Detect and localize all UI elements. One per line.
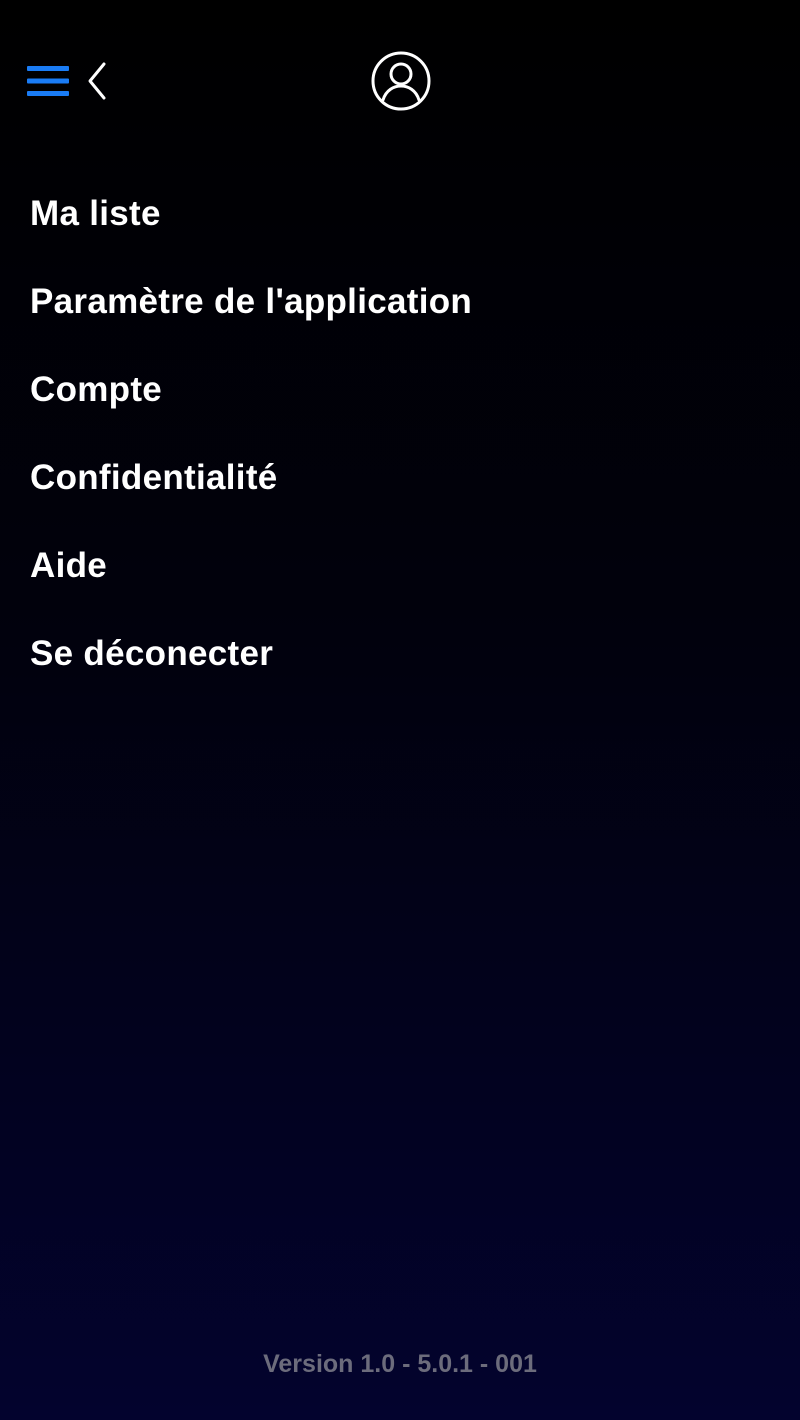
menu-item-parametre-application[interactable]: Paramètre de l'application bbox=[0, 258, 800, 346]
version-label: Version 1.0 - 5.0.1 - 001 bbox=[263, 1350, 537, 1378]
chevron-left-icon[interactable] bbox=[84, 60, 112, 102]
menu-item-ma-liste[interactable]: Ma liste bbox=[0, 170, 800, 258]
main-menu: Ma liste Paramètre de l'application Comp… bbox=[0, 170, 800, 698]
header-bar bbox=[0, 0, 800, 160]
side-menu-screen: Ma liste Paramètre de l'application Comp… bbox=[0, 0, 800, 1420]
menu-item-confidentialite[interactable]: Confidentialité bbox=[0, 434, 800, 522]
user-circle-icon[interactable] bbox=[370, 50, 432, 112]
menu-item-se-deconnecter[interactable]: Se déconecter bbox=[0, 610, 800, 698]
hamburger-menu-icon[interactable] bbox=[27, 64, 69, 98]
menu-item-aide[interactable]: Aide bbox=[0, 522, 800, 610]
menu-item-compte[interactable]: Compte bbox=[0, 346, 800, 434]
